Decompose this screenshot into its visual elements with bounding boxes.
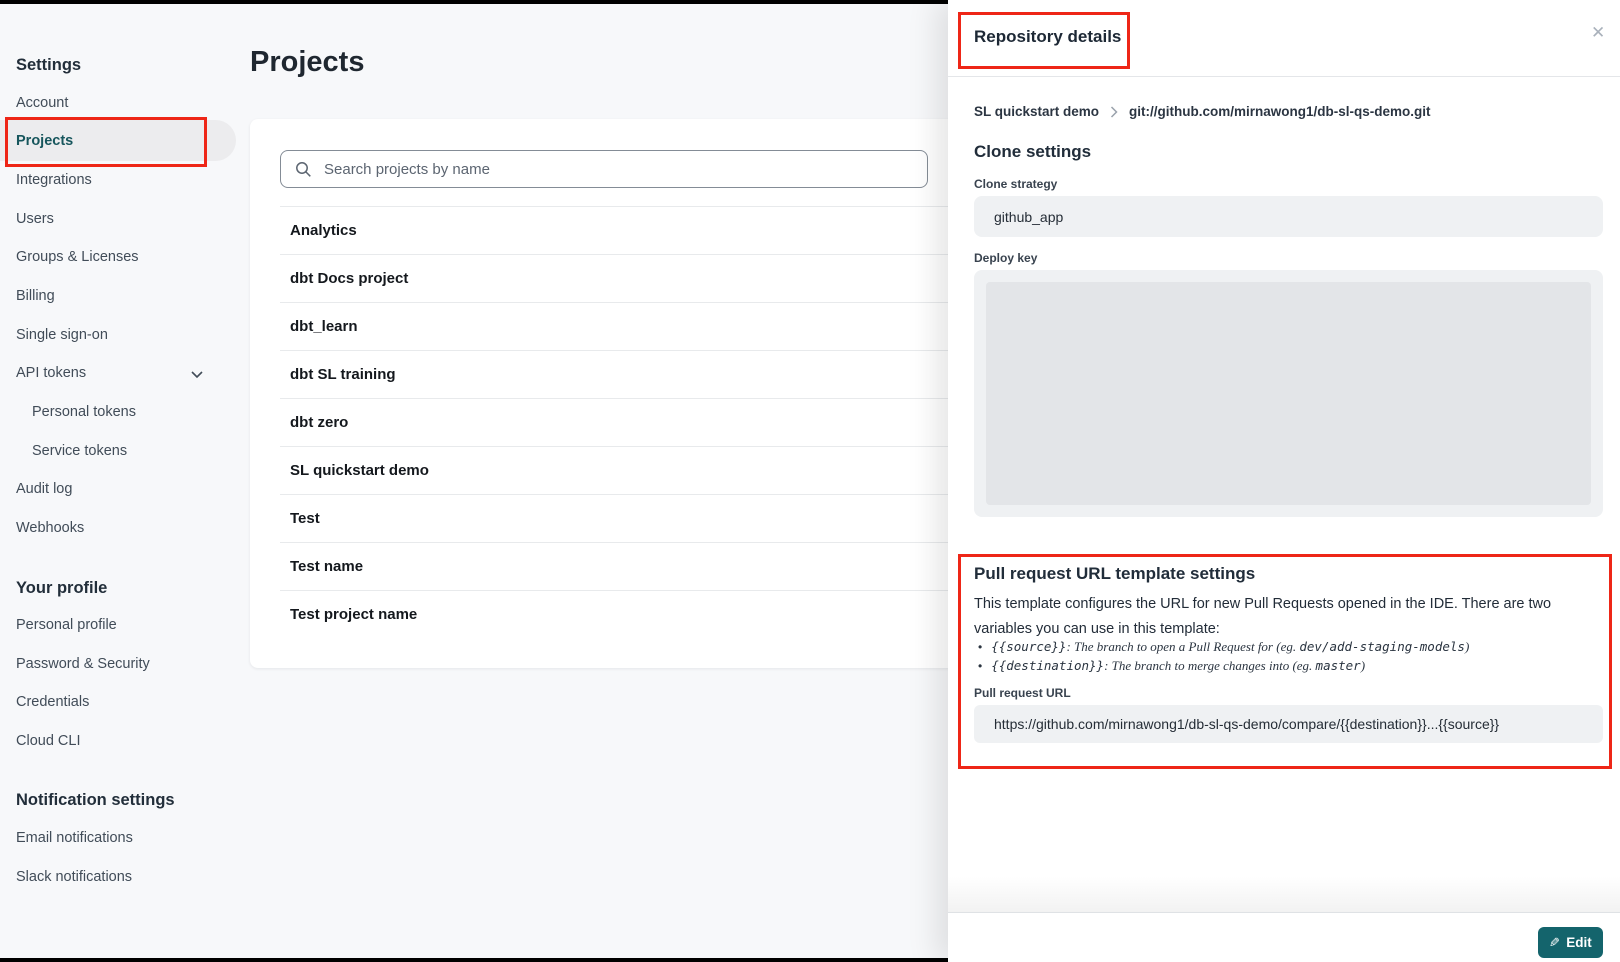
pr-variable-source: {{source}}: The branch to open a Pull Re… <box>978 637 1469 656</box>
drawer-header-divider <box>948 76 1620 77</box>
sidebar-heading-your-profile: Your profile <box>16 578 107 598</box>
sidebar-item-personal-profile[interactable]: Personal profile <box>16 615 117 635</box>
pencil-icon: ✎ <box>1549 935 1560 951</box>
close-icon[interactable]: ✕ <box>1591 24 1605 41</box>
clone-strategy-label: Clone strategy <box>974 177 1057 191</box>
pr-url-value-text: https://github.com/mirnawong1/db-sl-qs-d… <box>994 716 1499 732</box>
sidebar-item-billing[interactable]: Billing <box>16 286 55 306</box>
sidebar-heading-notification-settings: Notification settings <box>16 790 175 810</box>
sidebar-item-users[interactable]: Users <box>16 209 54 229</box>
sidebar-item-credentials[interactable]: Credentials <box>16 692 89 712</box>
page-title: Projects <box>250 46 364 79</box>
clone-strategy-value-text: github_app <box>994 209 1063 225</box>
sidebar-item-personal-tokens[interactable]: Personal tokens <box>32 402 136 422</box>
sidebar-item-audit-log[interactable]: Audit log <box>16 479 72 499</box>
sidebar-item-slack-notifications[interactable]: Slack notifications <box>16 867 132 887</box>
sidebar-item-projects-label: Projects <box>16 133 73 149</box>
edit-button[interactable]: ✎ Edit <box>1538 927 1603 958</box>
sidebar-item-cloud-cli[interactable]: Cloud CLI <box>16 731 80 751</box>
clone-strategy-value: github_app <box>974 196 1603 237</box>
sidebar-item-webhooks[interactable]: Webhooks <box>16 518 84 538</box>
sidebar-item-integrations[interactable]: Integrations <box>16 170 92 190</box>
search-icon <box>295 161 312 178</box>
project-search[interactable] <box>280 150 928 188</box>
chevron-down-icon[interactable] <box>189 366 205 382</box>
pr-template-description: This template configures the URL for new… <box>974 592 1574 642</box>
pr-url-label: Pull request URL <box>974 686 1071 700</box>
sidebar-item-api-tokens[interactable]: API tokens <box>16 363 86 383</box>
footer-scroll-shadow <box>948 876 1620 912</box>
pr-variable-destination: {{destination}}: The branch to merge cha… <box>978 656 1469 675</box>
pr-template-variables-list: {{source}}: The branch to open a Pull Re… <box>978 637 1469 675</box>
search-input[interactable] <box>322 160 886 179</box>
pr-template-heading: Pull request URL template settings <box>974 564 1255 584</box>
sidebar-item-single-sign-on[interactable]: Single sign-on <box>16 325 108 345</box>
sidebar-item-service-tokens[interactable]: Service tokens <box>32 441 127 461</box>
sidebar-item-groups-licenses[interactable]: Groups & Licenses <box>16 247 139 267</box>
sidebar-item-projects[interactable]: Projects <box>0 120 236 161</box>
breadcrumb-project-name: SL quickstart demo <box>974 104 1099 119</box>
clone-settings-heading: Clone settings <box>974 142 1091 162</box>
sidebar-item-email-notifications[interactable]: Email notifications <box>16 828 133 848</box>
sidebar-item-password-security[interactable]: Password & Security <box>16 654 150 674</box>
top-black-bar <box>0 0 948 4</box>
sidebar-heading-settings: Settings <box>16 55 81 75</box>
chevron-right-icon <box>1110 106 1118 118</box>
repository-details-drawer: Repository details ✕ SL quickstart demo … <box>948 0 1620 962</box>
deploy-key-field <box>974 270 1603 517</box>
bottom-black-bar <box>0 958 948 962</box>
deploy-key-label: Deploy key <box>974 251 1037 265</box>
sidebar-item-account[interactable]: Account <box>16 93 68 113</box>
breadcrumb: SL quickstart demo git://github.com/mirn… <box>974 104 1431 119</box>
drawer-title: Repository details <box>974 27 1121 47</box>
breadcrumb-repo-url: git://github.com/mirnawong1/db-sl-qs-dem… <box>1129 104 1430 119</box>
app-root: Settings Account Projects Integrations U… <box>0 0 1620 962</box>
edit-button-label: Edit <box>1566 935 1592 950</box>
footer-divider <box>948 912 1620 913</box>
pr-url-value: https://github.com/mirnawong1/db-sl-qs-d… <box>974 705 1603 743</box>
deploy-key-redacted-value <box>986 282 1591 505</box>
